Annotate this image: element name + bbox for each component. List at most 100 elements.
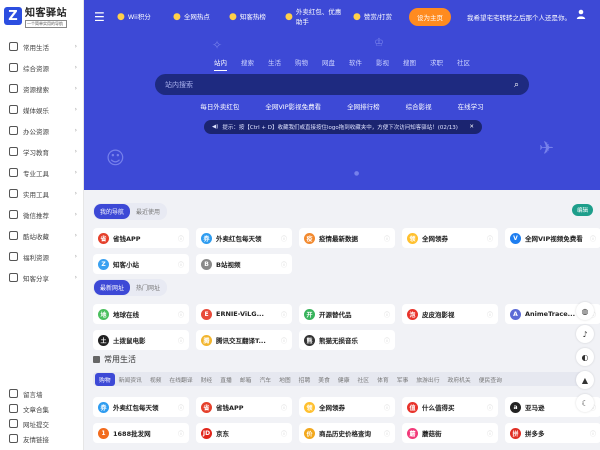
sidebar-item[interactable]: 福利资源 › <box>0 246 83 267</box>
sidebar-item[interactable]: 专业工具 › <box>0 162 83 183</box>
site-card[interactable]: 券外卖红包每天领 ⓘ <box>196 228 292 248</box>
info-icon[interactable]: ⓘ <box>281 260 287 269</box>
set-home-button[interactable]: 设为主页 <box>409 8 451 26</box>
search-tab[interactable]: 影视 <box>376 57 389 71</box>
top-link-coupons[interactable]: ● 外卖红包、优惠助手 <box>285 7 345 27</box>
site-card[interactable]: B B站视频 ⓘ <box>196 254 292 274</box>
sidebar-item[interactable]: 酷站收藏 › <box>0 225 83 246</box>
search-tab[interactable]: 搜索 <box>241 57 254 71</box>
category-tab[interactable]: 汽车 <box>255 373 275 386</box>
info-icon[interactable]: ⓘ <box>281 429 287 438</box>
category-tab[interactable]: 邮箱 <box>236 373 256 386</box>
site-card[interactable]: 泡皮皮泡影视 ⓘ <box>402 304 498 324</box>
site-card[interactable]: Z 知客小站 ⓘ <box>93 254 189 274</box>
moon-icon[interactable]: ☾ <box>576 394 594 412</box>
info-icon[interactable]: ⓘ <box>178 429 184 438</box>
info-icon[interactable]: ⓘ <box>178 310 184 319</box>
sidebar-item[interactable]: 办公资源 › <box>0 120 83 141</box>
site-card[interactable]: JD 京东 ⓘ <box>196 423 292 443</box>
sidebar-item[interactable]: 常用生活 › <box>0 36 83 57</box>
category-tab[interactable]: 美食 <box>314 373 334 386</box>
info-icon[interactable]: ⓘ <box>487 403 493 412</box>
wechat-icon[interactable]: ◍ <box>576 302 594 320</box>
search-tab[interactable]: 搜图 <box>403 57 416 71</box>
hot-link[interactable]: 每日外卖红包 <box>200 101 239 111</box>
category-tab[interactable]: 视频 <box>146 373 166 386</box>
site-card[interactable]: 腾腾讯交互翻译T... ⓘ <box>196 330 292 350</box>
info-icon[interactable]: ⓘ <box>487 234 493 243</box>
category-tab[interactable]: 政府机关 <box>444 373 475 386</box>
info-icon[interactable]: ⓘ <box>178 234 184 243</box>
category-tab[interactable]: 财经 <box>197 373 217 386</box>
logo[interactable]: Z 知客驿站 一个简单实用的导航 <box>0 0 83 32</box>
hot-link[interactable]: 全网VIP影视免费看 <box>265 101 321 111</box>
tab-pill[interactable]: 我的导航 <box>94 204 131 219</box>
category-tab[interactable]: 在线翻译 <box>165 373 196 386</box>
category-tab[interactable]: 直播 <box>216 373 236 386</box>
sidebar-item[interactable]: 学习教育 › <box>0 141 83 162</box>
site-card[interactable]: 土土拨鼠电影 ⓘ <box>93 330 189 350</box>
tab-pill[interactable]: 最近使用 <box>130 204 166 219</box>
search-tab[interactable]: 生活 <box>268 57 281 71</box>
close-icon[interactable]: ✕ <box>469 124 474 130</box>
edit-button[interactable]: 编辑 <box>571 204 593 216</box>
info-icon[interactable]: ⓘ <box>384 429 390 438</box>
info-icon[interactable]: ⓘ <box>281 310 287 319</box>
hot-link[interactable]: 综合影视 <box>406 101 432 111</box>
search-tab[interactable]: 站内 <box>214 57 227 71</box>
info-icon[interactable]: ⓘ <box>281 403 287 412</box>
search-tab[interactable]: 购物 <box>295 57 308 71</box>
category-tab[interactable]: 招聘 <box>295 373 315 386</box>
site-card[interactable]: 开开源替代品 ⓘ <box>299 304 395 324</box>
info-icon[interactable]: ⓘ <box>281 234 287 243</box>
site-card[interactable]: 蘑蘑菇街 ⓘ <box>402 423 498 443</box>
hot-link[interactable]: 全网排行榜 <box>347 101 380 111</box>
tab-pill[interactable]: 热门网址 <box>130 280 166 295</box>
back-to-top-icon[interactable]: ▲ <box>576 371 594 389</box>
top-link-donate[interactable]: ● 赞赏/打赏 <box>353 12 401 22</box>
category-tab[interactable]: 旅游出行 <box>412 373 443 386</box>
info-icon[interactable]: ⓘ <box>384 234 390 243</box>
info-icon[interactable]: ⓘ <box>178 260 184 269</box>
sidebar-item[interactable]: 综合资源 › <box>0 57 83 78</box>
site-card[interactable]: 拼拼多多 ⓘ <box>505 423 600 443</box>
sidebar-item[interactable]: 留言墙 <box>0 386 84 401</box>
info-icon[interactable]: ⓘ <box>590 429 596 438</box>
category-tab[interactable]: 新闻资讯 <box>115 373 146 386</box>
search-input[interactable] <box>165 80 514 89</box>
category-tab[interactable]: 地图 <box>275 373 295 386</box>
tab-pill[interactable]: 最新网址 <box>94 280 131 295</box>
site-card[interactable]: 领全网领券 ⓘ <box>299 397 395 417</box>
info-icon[interactable]: ⓘ <box>281 336 287 345</box>
site-card[interactable]: 省省钱APP ⓘ <box>93 228 189 248</box>
category-tab[interactable]: 购物 <box>95 372 115 386</box>
site-card[interactable]: 疫疫情最新数据 ⓘ <box>299 228 395 248</box>
info-icon[interactable]: ⓘ <box>487 310 493 319</box>
sidebar-item[interactable]: 微信推荐 › <box>0 204 83 225</box>
info-icon[interactable]: ⓘ <box>384 336 390 345</box>
theme-icon[interactable]: ◐ <box>576 348 594 366</box>
top-link-hot[interactable]: ● 全网热点 <box>173 12 221 22</box>
info-icon[interactable]: ⓘ <box>178 403 184 412</box>
site-card[interactable]: 领全网领券 ⓘ <box>402 228 498 248</box>
site-card[interactable]: 1 1688批发网 ⓘ <box>93 423 189 443</box>
info-icon[interactable]: ⓘ <box>590 234 596 243</box>
site-card[interactable]: 地地球在线 ⓘ <box>93 304 189 324</box>
bell-icon[interactable]: ♪ <box>576 325 594 343</box>
category-tab[interactable]: 军事 <box>393 373 413 386</box>
info-icon[interactable]: ⓘ <box>384 310 390 319</box>
site-card[interactable]: 值什么值得买 ⓘ <box>402 397 498 417</box>
info-icon[interactable]: ⓘ <box>384 403 390 412</box>
search-tab[interactable]: 求职 <box>430 57 443 71</box>
site-card[interactable]: 熊熊猫无损音乐 ⓘ <box>299 330 395 350</box>
site-card[interactable]: 省省钱APP ⓘ <box>196 397 292 417</box>
category-tab[interactable]: 社区 <box>354 373 374 386</box>
site-card[interactable]: V 全网VIP视频免费看 ⓘ <box>505 228 600 248</box>
category-tab[interactable]: 便民查询 <box>475 373 506 386</box>
category-tab[interactable]: 健康 <box>334 373 354 386</box>
sidebar-item[interactable]: 实用工具 › <box>0 183 83 204</box>
sidebar-item[interactable]: 知客分享 › <box>0 267 83 288</box>
top-link-ranking[interactable]: ● 知客热榜 <box>229 12 277 22</box>
sidebar-item[interactable]: 文章合集 <box>0 401 84 416</box>
search-tab[interactable]: 软件 <box>349 57 362 71</box>
